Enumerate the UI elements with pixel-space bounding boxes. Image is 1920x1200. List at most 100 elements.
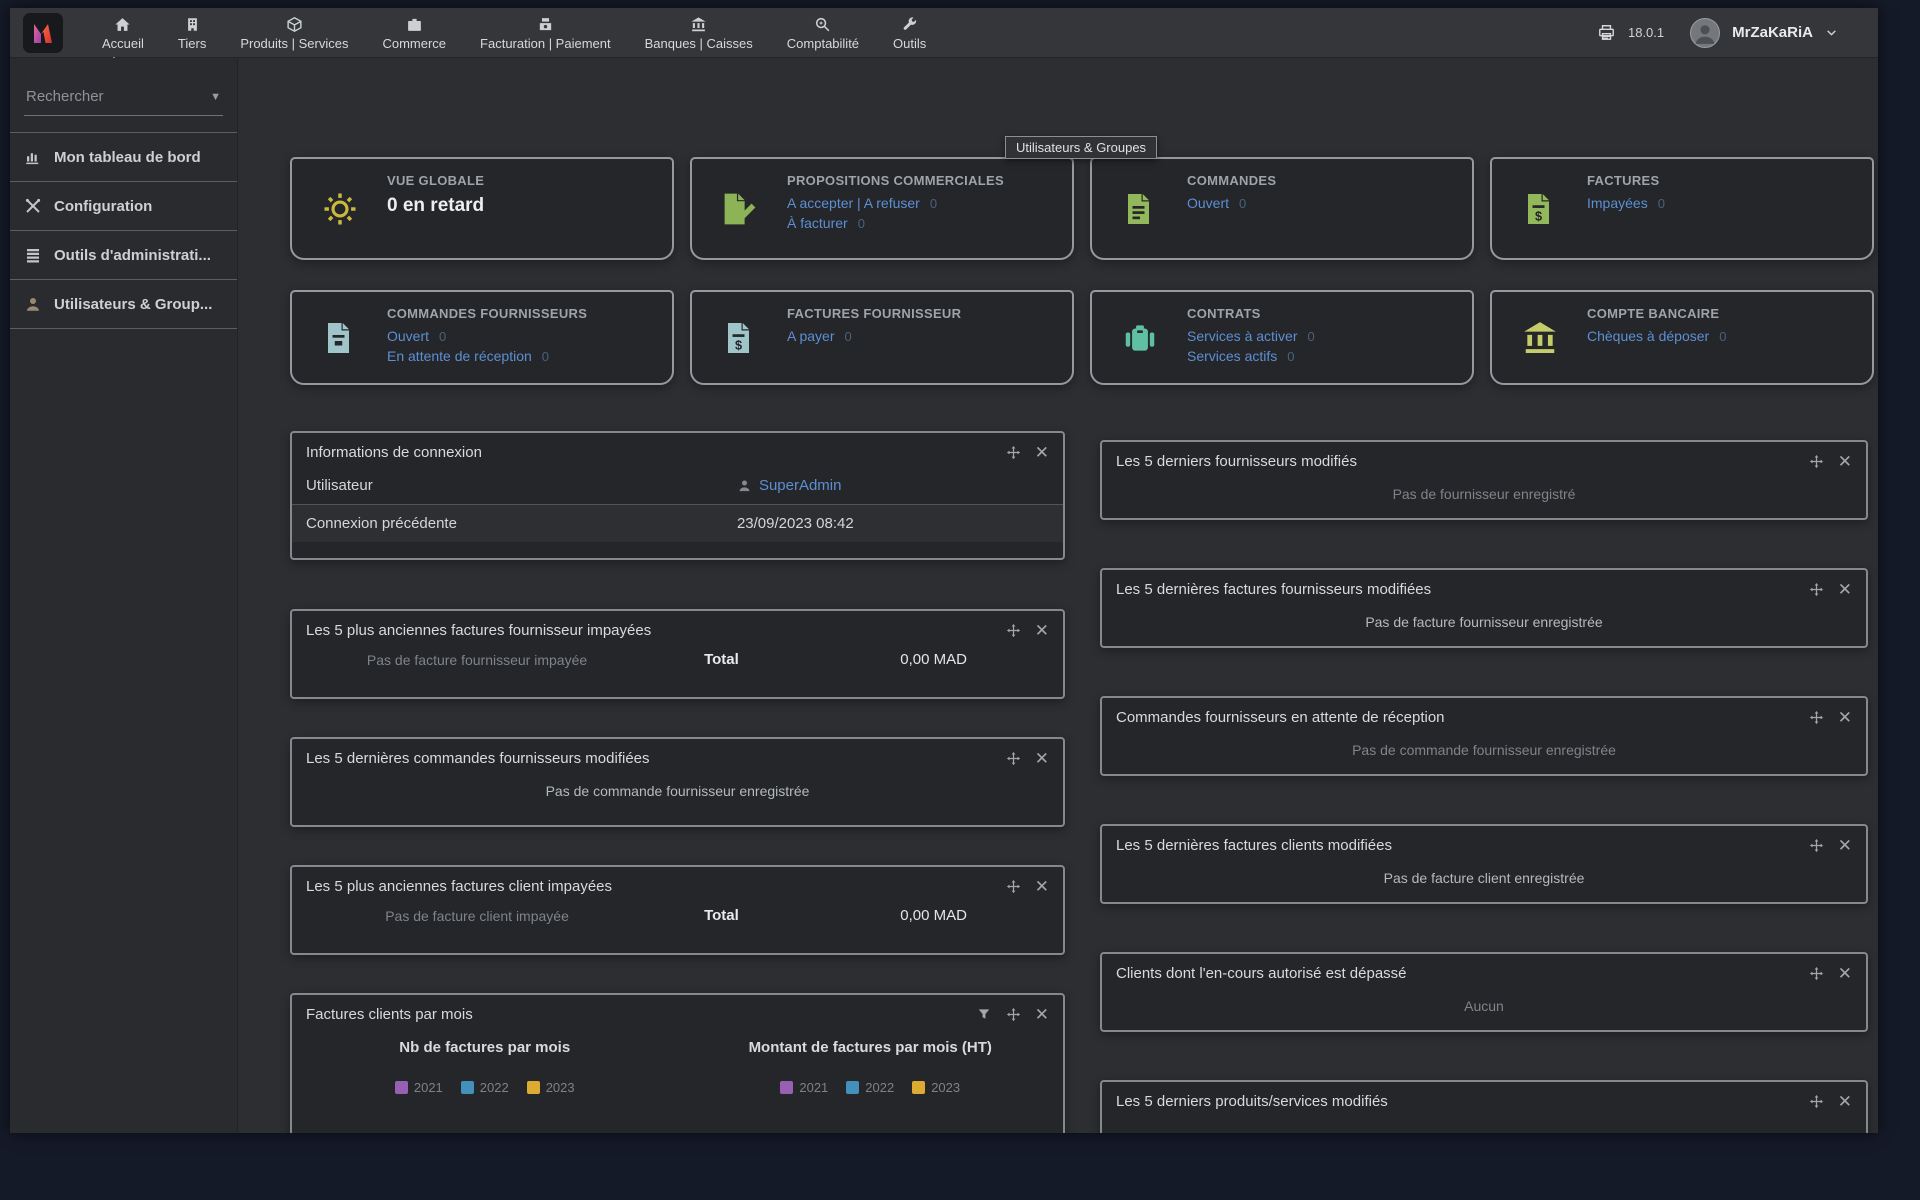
- sidebar-item-outils-administration[interactable]: Outils d'administrati...: [10, 231, 237, 280]
- move-icon[interactable]: [1809, 710, 1824, 725]
- nav-item-tiers[interactable]: Tiers: [161, 8, 223, 57]
- count-badge: 0: [542, 349, 549, 364]
- card-propositions-commerciales[interactable]: PROPOSITIONS COMMERCIALES A accepter | A…: [690, 157, 1074, 260]
- contrats-actifs-link[interactable]: Services actifs: [1187, 348, 1277, 364]
- tools-icon: [24, 197, 42, 215]
- move-icon[interactable]: [1006, 879, 1021, 894]
- print-icon[interactable]: [1597, 23, 1616, 42]
- close-icon[interactable]: ✕: [1035, 444, 1049, 461]
- move-icon[interactable]: [1006, 445, 1021, 460]
- close-icon[interactable]: ✕: [1035, 622, 1049, 639]
- nav-item-accueil[interactable]: Accueil: [85, 8, 161, 57]
- total-row: Pas de facture client impayée Total 0,00…: [292, 901, 1063, 938]
- widget-derniers-produits-services: Les 5 derniers produits/services modifié…: [1100, 1080, 1868, 1133]
- card-contrats[interactable]: CONTRATS Services à activer 0 Services ac…: [1090, 290, 1474, 385]
- close-icon[interactable]: ✕: [1035, 750, 1049, 767]
- card-commandes[interactable]: COMMANDES Ouvert0: [1090, 157, 1474, 260]
- sidebar-item-configuration[interactable]: Configuration: [10, 182, 237, 231]
- legend-swatch-2022: [846, 1081, 859, 1094]
- card-title: COMMANDES FOURNISSEURS: [387, 306, 587, 321]
- total-value: 0,00 MAD: [900, 651, 967, 668]
- cheques-deposer-link[interactable]: Chèques à déposer: [1587, 328, 1709, 344]
- app-logo[interactable]: [23, 13, 63, 53]
- legend-swatch-2023: [527, 1081, 540, 1094]
- widget-title: Commandes fournisseurs en attente de réc…: [1116, 709, 1809, 726]
- widget-dernieres-commandes-fournisseurs: Les 5 dernières commandes fournisseurs m…: [290, 737, 1065, 827]
- legend-label: 2021: [414, 1080, 443, 1095]
- factures-impayees-link[interactable]: Impayées: [1587, 195, 1648, 211]
- cf-ouvert-link[interactable]: Ouvert: [387, 328, 429, 344]
- close-icon[interactable]: ✕: [1838, 965, 1852, 982]
- nav-item-commerce[interactable]: Commerce: [365, 8, 463, 57]
- count-badge: 0: [1307, 329, 1314, 344]
- move-icon[interactable]: [1006, 1007, 1021, 1022]
- widget-title: Les 5 derniers fournisseurs modifiés: [1116, 453, 1809, 470]
- tooltip-utilisateurs-groupes: Utilisateurs & Groupes: [1005, 136, 1157, 159]
- previous-connection-value: 23/09/2023 08:42: [737, 515, 854, 532]
- navbar-right: 18.0.1 MrZaKaRiA: [1597, 18, 1838, 48]
- nav-item-outils[interactable]: Outils: [876, 8, 943, 57]
- ff-payer-link[interactable]: A payer: [787, 328, 834, 344]
- legend-label: 2023: [546, 1080, 575, 1095]
- nav-item-comptabilite[interactable]: Comptabilité: [770, 8, 876, 57]
- legend-swatch-2022: [461, 1081, 474, 1094]
- sidebar-item-utilisateurs-groupes[interactable]: Utilisateurs & Group...: [10, 280, 237, 329]
- card-factures[interactable]: $ FACTURES Impayées 0: [1490, 157, 1874, 260]
- username-label[interactable]: MrZaKaRiA: [1732, 24, 1813, 41]
- close-icon[interactable]: ✕: [1035, 878, 1049, 895]
- widget-title: Informations de connexion: [306, 444, 1006, 461]
- move-icon[interactable]: [1809, 838, 1824, 853]
- total-value: 0,00 MAD: [900, 907, 967, 924]
- card-commandes-fournisseurs[interactable]: COMMANDES FOURNISSEURS Ouvert 0 En attent…: [290, 290, 674, 385]
- card-title: CONTRATS: [1187, 306, 1315, 321]
- count-badge: 0: [1658, 196, 1665, 211]
- move-icon[interactable]: [1809, 454, 1824, 469]
- file-signature-icon: [692, 169, 787, 248]
- propositions-accepter-link[interactable]: A accepter | A refuser: [787, 195, 920, 211]
- widget-title: Factures clients par mois: [306, 1006, 977, 1023]
- card-vue-globale[interactable]: VUE GLOBALE 0 en retard: [290, 157, 674, 260]
- chevron-down-icon[interactable]: [1825, 26, 1838, 39]
- widget-title: Les 5 dernières factures fournisseurs mo…: [1116, 581, 1809, 598]
- card-title: FACTURES: [1587, 173, 1665, 188]
- propositions-facturer-link[interactable]: À facturer: [787, 215, 848, 231]
- nav-item-banques-caisses[interactable]: Banques | Caisses: [628, 8, 770, 57]
- sidebar-item-tableau-de-bord[interactable]: Mon tableau de bord: [10, 132, 237, 182]
- summary-cards-row-2: COMMANDES FOURNISSEURS Ouvert 0 En attent…: [290, 290, 1874, 385]
- move-icon[interactable]: [1809, 582, 1824, 597]
- card-title: COMMANDES: [1187, 173, 1276, 188]
- logo-m-icon: [28, 18, 58, 48]
- card-factures-fournisseur[interactable]: $ FACTURES FOURNISSEUR A payer0: [690, 290, 1074, 385]
- commandes-ouvert-link[interactable]: Ouvert: [1187, 195, 1229, 211]
- connexion-user-row: Utilisateur SuperAdmin: [292, 467, 1063, 504]
- avatar[interactable]: [1690, 18, 1720, 48]
- card-title: FACTURES FOURNISSEUR: [787, 306, 961, 321]
- close-icon[interactable]: ✕: [1838, 709, 1852, 726]
- filter-icon[interactable]: [977, 1007, 992, 1022]
- contrats-activer-link[interactable]: Services à activer: [1187, 328, 1297, 344]
- empty-state-text: Pas de facture fournisseur impayée: [292, 652, 662, 668]
- close-icon[interactable]: ✕: [1838, 453, 1852, 470]
- nav-item-produits-services[interactable]: Produits | Services: [223, 8, 365, 57]
- close-icon[interactable]: ✕: [1035, 1006, 1049, 1023]
- close-icon[interactable]: ✕: [1838, 837, 1852, 854]
- card-compte-bancaire[interactable]: COMPTE BANCAIRE Chèques à déposer0: [1490, 290, 1874, 385]
- briefcase-icon: [406, 15, 423, 33]
- superadmin-link[interactable]: SuperAdmin: [759, 477, 842, 494]
- widget-title: Les 5 plus anciennes factures client imp…: [306, 878, 1006, 895]
- close-icon[interactable]: ✕: [1838, 1093, 1852, 1110]
- chart-legend: 2021 2022 2023: [678, 1080, 1064, 1095]
- nav-item-facturation-paiement[interactable]: Facturation | Paiement: [463, 8, 628, 57]
- list-icon: [24, 246, 42, 264]
- widget-title: Les 5 dernières commandes fournisseurs m…: [306, 750, 1006, 767]
- move-icon[interactable]: [1809, 966, 1824, 981]
- move-icon[interactable]: [1006, 751, 1021, 766]
- move-icon[interactable]: [1006, 623, 1021, 638]
- search-select[interactable]: Rechercher ▼: [24, 82, 223, 116]
- svg-text:$: $: [1534, 208, 1541, 223]
- chart-bar-icon: [24, 148, 42, 166]
- move-icon[interactable]: [1809, 1094, 1824, 1109]
- legend-label: 2022: [480, 1080, 509, 1095]
- close-icon[interactable]: ✕: [1838, 581, 1852, 598]
- cf-attente-link[interactable]: En attente de réception: [387, 348, 532, 364]
